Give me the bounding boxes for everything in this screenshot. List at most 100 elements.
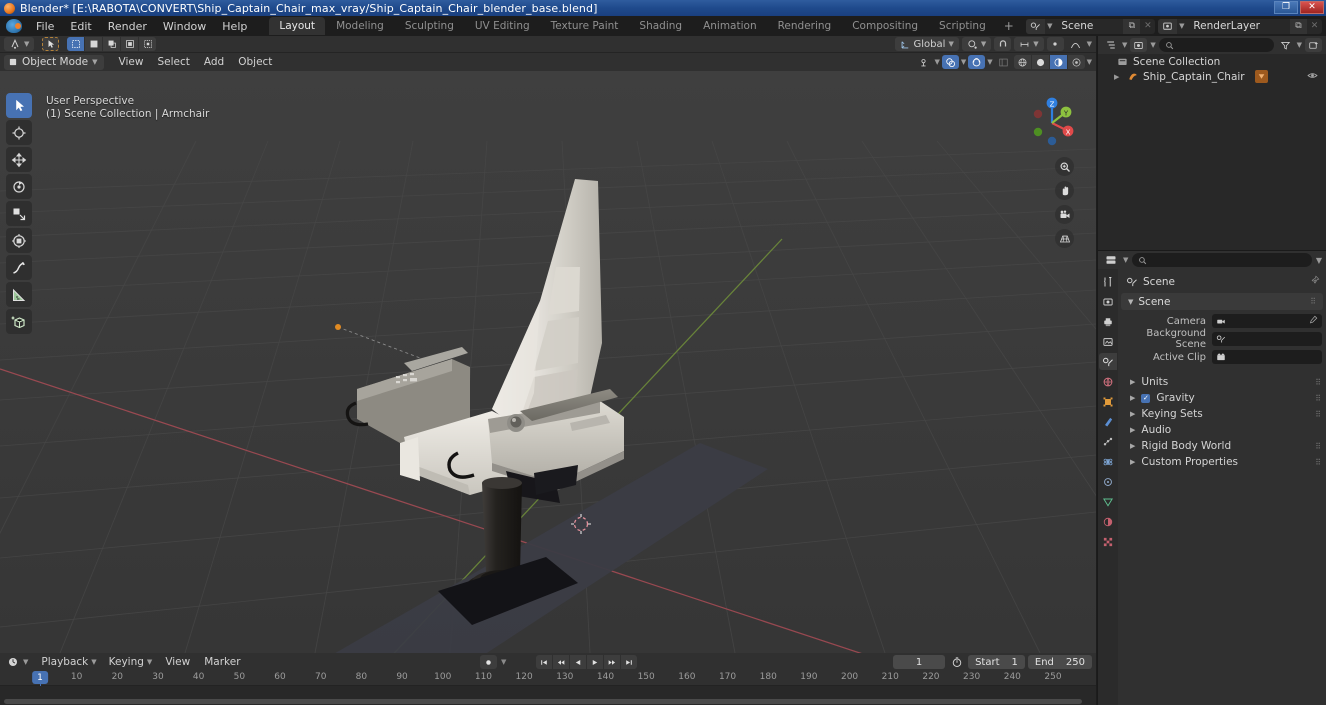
- magnet-icon[interactable]: [994, 37, 1012, 51]
- hide-in-viewport-eye-icon[interactable]: [1307, 70, 1318, 84]
- tab-rendering[interactable]: Rendering: [768, 17, 842, 35]
- menu-help[interactable]: Help: [214, 18, 255, 35]
- timeline-menu-marker[interactable]: Marker: [198, 654, 246, 670]
- scene-panel-header[interactable]: ▼ Scene ⠿: [1121, 293, 1323, 310]
- jump-start-icon[interactable]: [536, 655, 553, 669]
- physics-tab[interactable]: [1099, 453, 1117, 470]
- keying-chevron-icon[interactable]: ▼: [147, 658, 152, 666]
- rotate-tool[interactable]: [6, 174, 32, 199]
- zoom-icon[interactable]: [1055, 157, 1074, 176]
- timeline-horizontal-scrollbar[interactable]: [4, 699, 1082, 704]
- xray-chevron-icon[interactable]: ▼: [987, 58, 992, 66]
- output-tab[interactable]: [1099, 313, 1117, 330]
- keying-sets-triangle-icon[interactable]: ▶: [1130, 410, 1135, 418]
- select-extend-icon[interactable]: [85, 37, 103, 51]
- move-tool[interactable]: [6, 147, 32, 172]
- tab-uv-editing[interactable]: UV Editing: [465, 17, 540, 35]
- scale-tool[interactable]: [6, 201, 32, 226]
- timeline-track-area[interactable]: [0, 686, 1096, 705]
- editor-type-chevron-icon[interactable]: ▼: [23, 658, 28, 666]
- blender-logo-icon[interactable]: [6, 19, 22, 33]
- menu-render[interactable]: Render: [100, 18, 155, 35]
- frame-end-field[interactable]: End 250: [1027, 655, 1092, 669]
- camera-view-icon[interactable]: [1055, 205, 1074, 224]
- texture-tab[interactable]: [1099, 533, 1117, 550]
- menu-file[interactable]: File: [28, 18, 62, 35]
- modifier-tab[interactable]: [1099, 413, 1117, 430]
- tab-layout[interactable]: Layout: [269, 17, 326, 35]
- constraints-tab[interactable]: [1099, 473, 1117, 490]
- stopwatch-icon[interactable]: [948, 655, 965, 669]
- active-tool-selector[interactable]: ▼: [4, 37, 35, 51]
- interaction-mode-selector[interactable]: Object Mode ▼: [4, 54, 104, 70]
- timeline-menu-keying[interactable]: Keying ▼: [104, 655, 158, 669]
- outliner-display-icon[interactable]: [1102, 38, 1119, 52]
- funnel-chevron-icon[interactable]: ▼: [1297, 41, 1302, 49]
- units-panel-header[interactable]: ▶ Units ⠿: [1122, 374, 1322, 390]
- outliner-row-scene-collection[interactable]: Scene Collection: [1098, 54, 1326, 69]
- viewlayer-dropdown-chevron-icon[interactable]: ▼: [1177, 22, 1186, 30]
- annotate-tool[interactable]: [6, 255, 32, 280]
- scene-tab[interactable]: [1099, 353, 1117, 370]
- solid-icon[interactable]: [1031, 55, 1049, 69]
- eyedropper-icon[interactable]: [1308, 315, 1318, 328]
- viewport-canvas[interactable]: User Perspective (1) Scene Collection | …: [0, 71, 1096, 653]
- toggle-region-icon[interactable]: [995, 55, 1012, 69]
- show-gizmo-icon[interactable]: [915, 55, 932, 69]
- transform-orientation-selector[interactable]: Global ▼: [894, 37, 959, 51]
- background-scene-field[interactable]: [1212, 332, 1322, 346]
- view-layer-selector[interactable]: ▼ RenderLayer ⧉ ✕: [1158, 18, 1322, 34]
- select-set-icon[interactable]: [67, 37, 85, 51]
- prev-keyframe-icon[interactable]: [553, 655, 570, 669]
- object-data-tab[interactable]: [1099, 493, 1117, 510]
- rendered-icon[interactable]: [1067, 55, 1085, 69]
- menu-edit[interactable]: Edit: [62, 18, 99, 35]
- filter-id-icon[interactable]: [1130, 38, 1148, 52]
- custom-properties-triangle-icon[interactable]: ▶: [1130, 458, 1135, 466]
- record-icon[interactable]: [480, 655, 497, 669]
- restore-button[interactable]: ❐: [1274, 1, 1298, 14]
- object-tab[interactable]: [1099, 393, 1117, 410]
- gravity-panel-header[interactable]: ▶ ✓ Gravity ⠿: [1122, 390, 1322, 406]
- menu-window[interactable]: Window: [155, 18, 214, 35]
- tab-modeling[interactable]: Modeling: [326, 17, 394, 35]
- 3d-viewport[interactable]: Object Mode ▼ View Select Add Object ▼ ▼: [0, 53, 1096, 653]
- falloff-curve-icon[interactable]: [1067, 37, 1084, 51]
- new-scene-button[interactable]: ⧉: [1123, 18, 1141, 34]
- gravity-checkbox[interactable]: ✓: [1141, 393, 1151, 403]
- tab-texture-paint[interactable]: Texture Paint: [541, 17, 629, 35]
- new-collection-icon[interactable]: [1305, 38, 1322, 52]
- scene-dropdown-chevron-icon[interactable]: ▼: [1045, 22, 1054, 30]
- select-intersect-icon[interactable]: [139, 37, 157, 51]
- properties-editor-chevron-icon[interactable]: ▼: [1123, 256, 1128, 264]
- properties-options-chevron-icon[interactable]: ▼: [1316, 256, 1322, 265]
- tab-scripting[interactable]: Scripting: [929, 17, 996, 35]
- remove-view-layer-button[interactable]: ✕: [1307, 19, 1322, 34]
- active-tool-chevron-icon[interactable]: ▼: [24, 40, 29, 48]
- camera-field[interactable]: [1212, 314, 1322, 328]
- viewport-menu-object[interactable]: Object: [231, 54, 279, 70]
- play-icon[interactable]: [587, 655, 604, 669]
- select-invert-icon[interactable]: [121, 37, 139, 51]
- falloff-chevron-icon[interactable]: ▼: [1087, 40, 1092, 48]
- world-tab[interactable]: [1099, 373, 1117, 390]
- audio-panel-header[interactable]: ▶ Audio: [1122, 422, 1322, 438]
- xray-toggle-icon[interactable]: [968, 55, 986, 69]
- outliner-row-ship-captain-chair[interactable]: ▶ Ship_Captain_Chair: [1098, 69, 1326, 84]
- material-preview-icon[interactable]: [1049, 55, 1067, 69]
- add-workspace-button[interactable]: +: [997, 17, 1021, 35]
- rigid-body-triangle-icon[interactable]: ▶: [1130, 442, 1135, 450]
- units-triangle-icon[interactable]: ▶: [1130, 378, 1135, 386]
- funnel-icon[interactable]: [1277, 38, 1294, 52]
- audio-triangle-icon[interactable]: ▶: [1130, 426, 1135, 434]
- viewport-menu-view[interactable]: View: [112, 54, 151, 70]
- transform-tool[interactable]: [6, 228, 32, 253]
- frame-start-field[interactable]: Start 1: [968, 655, 1025, 669]
- snap-to-selector[interactable]: ▼: [1014, 37, 1044, 51]
- custom-properties-panel-header[interactable]: ▶ Custom Properties ⠿: [1122, 454, 1322, 470]
- tab-sculpting[interactable]: Sculpting: [395, 17, 464, 35]
- overlays-chevron-icon[interactable]: ▼: [961, 58, 966, 66]
- properties-search-input[interactable]: [1132, 253, 1312, 267]
- pan-hand-icon[interactable]: [1055, 181, 1074, 200]
- shading-chevron-icon[interactable]: ▼: [1087, 58, 1092, 66]
